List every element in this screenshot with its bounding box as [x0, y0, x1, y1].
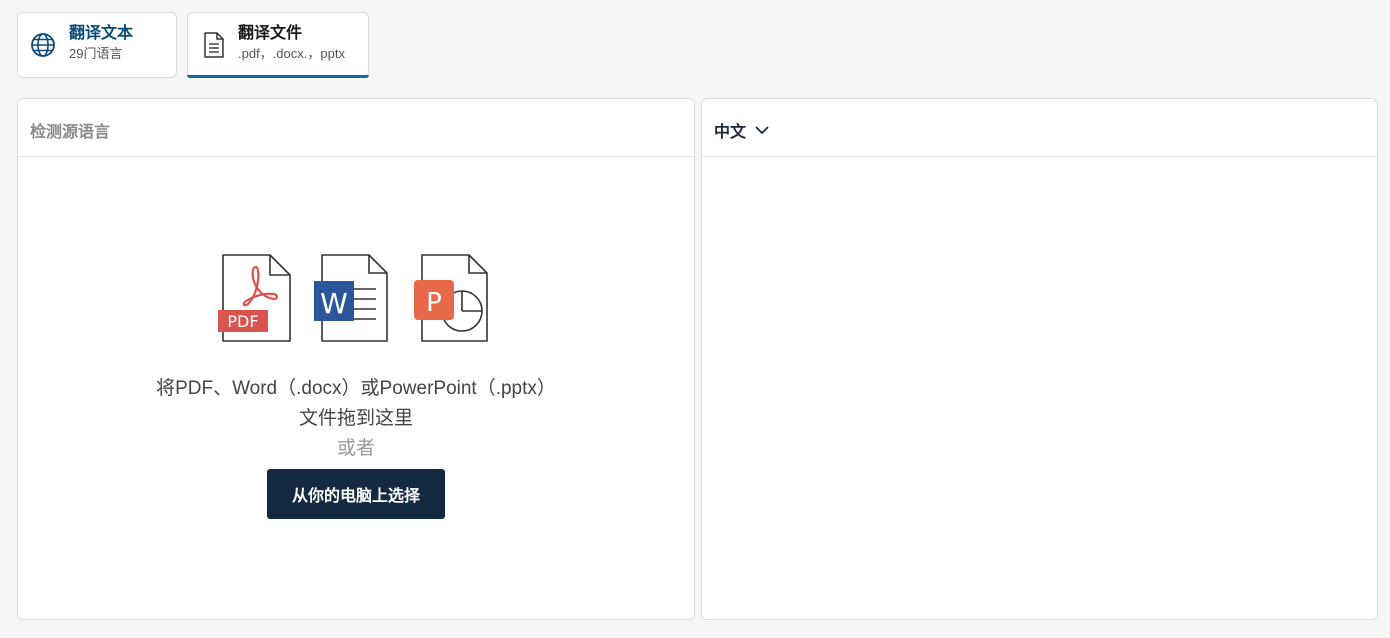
source-panel-header: 检测源语言 — [18, 99, 694, 157]
chevron-down-icon — [754, 122, 770, 138]
or-divider-text: 或者 — [336, 438, 375, 459]
drop-instructions-line-2: 文件拖到这里 — [298, 408, 413, 429]
svg-text:P: P — [426, 288, 442, 318]
target-language-label: 中文 — [714, 124, 747, 141]
svg-text:W: W — [320, 287, 348, 320]
source-language-selector[interactable]: 检测源语言 — [30, 118, 110, 142]
svg-text:PDF: PDF — [227, 312, 258, 331]
target-panel-header: 中文 — [702, 99, 1377, 157]
tab-subtitle: 29门语言 — [69, 46, 123, 61]
target-panel: 中文 — [701, 98, 1378, 620]
tab-translate-files-labels: 翻译文件 .pdf，.docx.，pptx — [238, 23, 345, 63]
word-file-icon: W — [314, 253, 390, 350]
tab-subtitle: .pdf，.docx.，pptx — [238, 46, 345, 61]
tab-title: 翻译文本 — [69, 25, 134, 42]
document-icon — [203, 32, 225, 58]
pdf-file-icon: PDF — [218, 253, 294, 350]
active-tab-indicator — [187, 75, 369, 78]
tab-translate-text[interactable]: 翻译文本 29门语言 — [17, 12, 177, 78]
target-language-selector[interactable]: 中文 — [714, 118, 770, 142]
drop-instructions-line-1: 将PDF、Word（.docx）或PowerPoint（.pptx） — [156, 378, 556, 399]
select-from-computer-button[interactable]: 从你的电脑上选择 — [267, 469, 445, 519]
source-panel: 检测源语言 PDF W P 将PDF、Word（.docx）或PowerPoin… — [17, 98, 695, 620]
tab-title: 翻译文件 — [238, 25, 303, 42]
globe-icon — [30, 32, 56, 58]
tab-translate-text-labels: 翻译文本 29门语言 — [69, 23, 133, 63]
powerpoint-file-icon: P — [414, 253, 490, 350]
tab-translate-files[interactable]: 翻译文件 .pdf，.docx.，pptx — [187, 12, 369, 78]
